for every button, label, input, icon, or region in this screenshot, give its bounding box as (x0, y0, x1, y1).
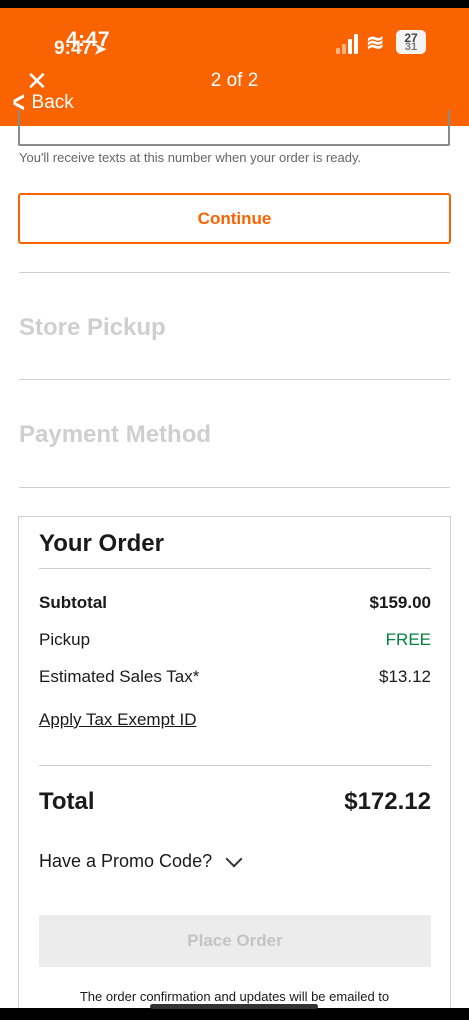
pickup-row: Pickup FREE (39, 630, 431, 650)
phone-helper-text: You'll receive texts at this number when… (19, 150, 362, 165)
apply-tax-exempt-link[interactable]: Apply Tax Exempt ID (39, 710, 196, 730)
wifi-icon: ≋ (366, 30, 385, 55)
order-summary-title: Your Order (39, 530, 164, 557)
section-divider (19, 379, 450, 380)
cellular-signal-icon (336, 32, 358, 54)
status-bar-top-edge (0, 0, 469, 8)
promo-code-toggle[interactable]: Have a Promo Code? (39, 850, 243, 872)
subtotal-label: Subtotal (39, 593, 107, 612)
pickup-value: FREE (385, 630, 431, 649)
sales-tax-label: Estimated Sales Tax* (39, 667, 200, 686)
bottom-edge (0, 1008, 469, 1020)
sales-tax-row: Estimated Sales Tax* $13.12 (39, 667, 431, 687)
continue-button[interactable]: Continue (18, 193, 451, 244)
total-label: Total (39, 788, 95, 815)
sales-tax-value: $13.12 (379, 667, 431, 686)
section-divider (19, 487, 450, 488)
place-order-button[interactable]: Place Order (39, 915, 431, 967)
subtotal-value: $159.00 (369, 593, 431, 612)
chevron-down-icon (225, 850, 243, 867)
payment-method-section[interactable]: Payment Method (19, 421, 211, 449)
total-value: $172.12 (344, 788, 431, 815)
order-title-divider (39, 568, 431, 569)
order-summary-card: Your Order Subtotal $159.00 Pickup FREE … (18, 516, 451, 1020)
promo-code-label: Have a Promo Code? (39, 851, 213, 871)
step-indicator: 2 of 2 (210, 70, 259, 91)
total-row: Total $172.12 (39, 788, 431, 816)
checkout-header: 9:47 ➤ 4:47 ≋ 27 31 ✕ < Back 2 of 2 (0, 8, 469, 126)
total-divider (39, 765, 431, 766)
subtotal-row: Subtotal $159.00 (39, 593, 431, 613)
pickup-label: Pickup (39, 630, 91, 649)
home-indicator[interactable] (150, 1004, 318, 1009)
store-pickup-section[interactable]: Store Pickup (19, 314, 166, 342)
battery-icon: 27 31 (396, 30, 426, 54)
section-divider (19, 272, 450, 273)
phone-number-input[interactable] (18, 110, 450, 146)
confirmation-note: The order confirmation and updates will … (79, 989, 390, 1004)
status-time: 4:47 (66, 28, 111, 51)
